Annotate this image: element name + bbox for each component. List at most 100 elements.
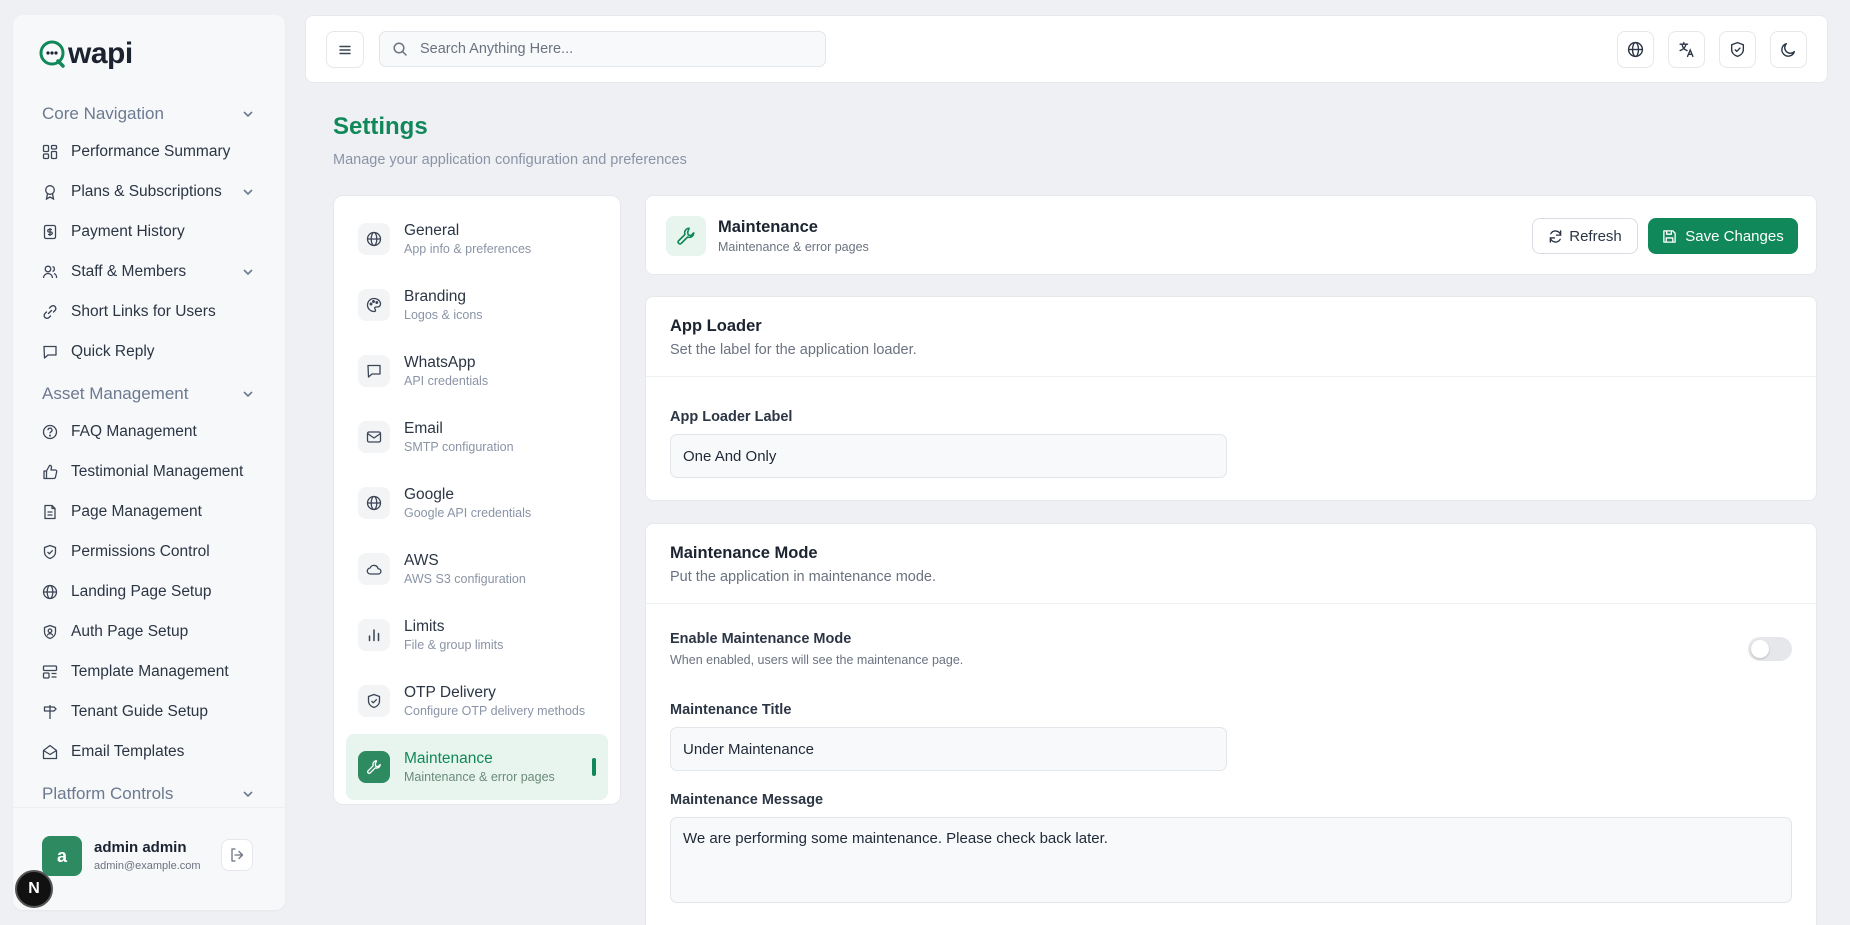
save-label: Save Changes [1685,227,1784,245]
wrench-icon [367,760,381,774]
sidebar-item-quick-reply[interactable]: Quick Reply [13,332,285,372]
sidebar-item-label: FAQ Management [71,423,197,440]
shield-check-icon [1730,41,1745,58]
users-icon [42,265,58,279]
globe-icon [42,584,58,600]
app-loader-input[interactable] [670,434,1227,478]
globe-icon [366,495,382,511]
maintenance-title-label: Maintenance Title [670,702,792,718]
palette-icon [366,297,382,313]
language-button[interactable] [1617,31,1654,68]
settings-tab-subtitle: SMTP configuration [404,439,514,454]
settings-tab-otp-delivery[interactable]: OTP Delivery Configure OTP delivery metho… [346,668,608,734]
section-label: Asset Management [42,384,189,403]
settings-tab-title: Google [404,485,454,503]
sidebar-item-label: Plans & Subscriptions [71,183,222,200]
logout-icon [231,848,244,862]
brand-logo[interactable]: wapi [38,37,133,71]
sidebar-item-auth-page-setup[interactable]: Auth Page Setup [13,612,285,652]
translate-button[interactable] [1668,31,1705,68]
sidebar-item-faq-management[interactable]: FAQ Management [13,412,285,452]
settings-tab-general[interactable]: General App info & preferences [346,206,608,272]
settings-tab-maintenance[interactable]: Maintenance Maintenance & error pages [346,734,608,800]
settings-tab-limits[interactable]: Limits File & group limits [346,602,608,668]
settings-tab-google[interactable]: Google Google API credentials [346,470,608,536]
settings-tab-branding[interactable]: Branding Logos & icons [346,272,608,338]
security-button[interactable] [1719,31,1756,68]
sidebar-item-permissions-control[interactable]: Permissions Control [13,532,285,572]
sidebar-item-landing-page-setup[interactable]: Landing Page Setup [13,572,285,612]
shield-icon [367,693,381,709]
maintenance-title-input[interactable] [670,727,1227,771]
page-title: Settings [333,113,428,140]
user-name: admin admin [94,839,187,856]
card-title: App Loader [670,317,762,335]
maintenance-message-textarea[interactable]: We are performing some maintenance. Plea… [670,817,1792,903]
refresh-button[interactable]: Refresh [1532,218,1638,254]
wrench-icon [677,227,695,245]
settings-tab-title: AWS [404,551,439,569]
sidebar-item-short-links[interactable]: Short Links for Users [13,292,285,332]
app-loader-label: App Loader Label [670,409,793,425]
section-asset-management[interactable]: Asset Management [13,376,285,412]
theme-toggle-button[interactable] [1770,31,1807,68]
sidebar-item-label: Short Links for Users [71,303,216,320]
maintenance-message-label: Maintenance Message [670,792,824,808]
avatar[interactable]: a [42,836,82,876]
bar-chart-icon [368,629,380,642]
user-email: admin@example.com [94,860,201,872]
sidebar-item-staff-members[interactable]: Staff & Members [13,252,285,292]
hamburger-icon [339,45,351,54]
sidebar-item-template-management[interactable]: Template Management [13,652,285,692]
settings-tab-subtitle: AWS S3 configuration [404,571,526,586]
sidebar-item-label: Staff & Members [71,263,187,280]
receipt-icon [43,224,57,240]
sidebar-item-testimonial-management[interactable]: Testimonial Management [13,452,285,492]
translate-icon [1679,41,1694,58]
maintenance-mode-toggle[interactable] [1748,637,1792,661]
section-core-navigation[interactable]: Core Navigation [13,96,285,132]
settings-tab-aws[interactable]: AWS AWS S3 configuration [346,536,608,602]
settings-tab-subtitle: Logos & icons [404,307,483,322]
sidebar-item-label: Testimonial Management [71,463,244,480]
save-changes-button[interactable]: Save Changes [1648,218,1798,254]
logout-button[interactable] [221,839,253,871]
sidebar: wapi Core Navigation Performance Summary… [13,15,285,910]
settings-menu: General App info & preferences Branding Lo… [333,195,621,805]
sidebar-item-page-management[interactable]: Page Management [13,492,285,532]
chat-logo-icon [39,40,65,68]
settings-tab-title: WhatsApp [404,353,476,371]
section-icon [666,216,706,256]
sidebar-item-label: Permissions Control [71,543,210,560]
cloud-icon [366,564,382,575]
sidebar-item-tenant-guide-setup[interactable]: Tenant Guide Setup [13,692,285,732]
mail-open-icon [42,744,58,760]
refresh-label: Refresh [1569,227,1622,245]
dev-tools-badge[interactable]: N [15,870,53,908]
section-label: Platform Controls [42,784,174,803]
search-box[interactable] [379,31,826,67]
card-subtitle: Set the label for the application loader… [670,342,917,358]
sidebar-item-label: Template Management [71,663,229,680]
sidebar-item-label: Landing Page Setup [71,583,212,600]
sidebar-item-label: Performance Summary [71,143,231,160]
sidebar-item-email-templates[interactable]: Email Templates [13,732,285,772]
settings-tab-subtitle: Maintenance & error pages [404,769,555,784]
enable-maintenance-label: Enable Maintenance Mode [670,631,852,647]
menu-toggle-button[interactable] [326,31,364,68]
sidebar-item-performance-summary[interactable]: Performance Summary [13,132,285,172]
chevron-down-icon [243,189,253,196]
sidebar-item-payment-history[interactable]: Payment History [13,212,285,252]
sidebar-item-plans-subscriptions[interactable]: Plans & Subscriptions [13,172,285,212]
app-loader-card: App Loader Set the label for the applica… [645,296,1817,501]
settings-tab-email[interactable]: Email SMTP configuration [346,404,608,470]
top-bar [305,15,1828,83]
search-input[interactable] [420,41,800,57]
top-actions [1617,31,1807,68]
settings-tab-whatsapp[interactable]: WhatsApp API credentials [346,338,608,404]
settings-tab-title: Email [404,419,443,437]
sidebar-item-label: Payment History [71,223,185,240]
award-icon [45,185,55,200]
thumbs-up-icon [43,464,58,480]
enable-maintenance-description: When enabled, users will see the mainten… [670,653,964,667]
